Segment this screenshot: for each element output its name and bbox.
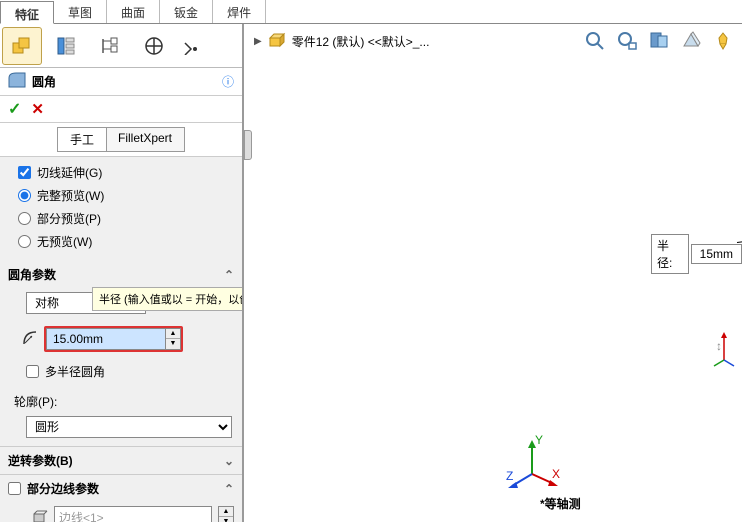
edge-selection-row: 边线<1> ▲ ▼: [0, 502, 242, 522]
tab-surfaces[interactable]: 曲面: [107, 0, 160, 23]
tab-sheetmetal[interactable]: 钣金: [160, 0, 213, 23]
chevron-down-icon: ⌄: [224, 454, 234, 468]
check-partial-edge[interactable]: [8, 482, 21, 495]
svg-text:X: X: [552, 467, 560, 481]
view-triad[interactable]: Y X Z: [504, 432, 560, 488]
edge-spinner[interactable]: ▲ ▼: [218, 506, 234, 522]
section-reverse: 逆转参数(B) ⌄: [0, 447, 242, 475]
zoom-area-icon[interactable]: [614, 28, 640, 54]
tab-weldments[interactable]: 焊件: [213, 0, 266, 23]
configmanager-icon[interactable]: [90, 27, 130, 65]
feature-header: 圆角 ⓘ: [0, 68, 242, 96]
edge-list[interactable]: 边线<1>: [54, 506, 212, 522]
breadcrumb: ▶ 零件12 (默认) <<默认>_...: [254, 32, 429, 51]
confirm-row: ✓ ✕: [0, 96, 242, 123]
spin-down-icon[interactable]: ▼: [166, 339, 180, 349]
section-header-params[interactable]: 圆角参数 ⌃: [0, 261, 242, 288]
overflow-icon[interactable]: [178, 27, 202, 65]
callout-value[interactable]: 15mm: [691, 244, 742, 264]
check-tangent[interactable]: 切线延伸(G): [18, 161, 232, 184]
fillet-icon: [8, 72, 26, 91]
fillet-mode-tabs: 手工 FilletXpert: [0, 123, 242, 157]
appearance-icon[interactable]: [710, 28, 736, 54]
dimxpert-icon[interactable]: [134, 27, 174, 65]
tab-features[interactable]: 特征: [0, 1, 54, 24]
breadcrumb-part-name[interactable]: 零件12 (默认) <<默认>_...: [292, 33, 430, 50]
model-geometry: [534, 114, 742, 514]
tab-filletxpert[interactable]: FilletXpert: [105, 127, 185, 152]
chevron-up-icon: ⌃: [224, 482, 234, 496]
ok-button[interactable]: ✓: [8, 99, 21, 119]
featuremanager-icon[interactable]: [2, 27, 42, 65]
radio-no-preview[interactable]: 无预览(W): [18, 230, 232, 253]
help-icon[interactable]: ⓘ: [222, 73, 234, 90]
display-style-icon[interactable]: [678, 28, 704, 54]
radius-tooltip: 半径 (输入值或以 = 开始，以创建方程式): [92, 287, 242, 311]
callout-label: 半径:: [651, 234, 689, 274]
reference-triad[interactable]: ↕: [712, 330, 736, 370]
section-view-icon[interactable]: [646, 28, 672, 54]
feature-title: 圆角: [32, 73, 222, 90]
zoom-fit-icon[interactable]: [582, 28, 608, 54]
radius-row: ▲ ▼: [0, 322, 242, 356]
options-scroll[interactable]: 切线延伸(G) 完整预览(W) 部分预览(P) 无预览(W) 圆角参数 ⌃ 对称: [0, 157, 242, 522]
propertymanager-icon[interactable]: [46, 27, 86, 65]
radius-input[interactable]: [46, 328, 166, 350]
radius-spinner[interactable]: ▲ ▼: [166, 328, 181, 350]
edge-icon: [32, 508, 48, 522]
section-header-partial[interactable]: 部分边线参数 ⌃: [0, 475, 242, 502]
part-icon: [268, 32, 286, 51]
profile-label: 轮廓(P):: [14, 395, 57, 409]
spin-up-icon[interactable]: ▲: [166, 329, 180, 339]
section-partial-edge: 部分边线参数 ⌃ 边线<1> ▲ ▼: [0, 475, 242, 522]
command-tabs: 特征 草图 曲面 钣金 焊件: [0, 0, 742, 24]
cancel-button[interactable]: ✕: [31, 100, 44, 118]
radius-icon: [22, 330, 38, 349]
graphics-viewport[interactable]: ▶ 零件12 (默认) <<默认>_...: [244, 24, 742, 522]
tab-manual[interactable]: 手工: [57, 127, 107, 152]
profile-combo[interactable]: 圆形: [26, 416, 232, 438]
property-manager: 圆角 ⓘ ✓ ✕ 手工 FilletXpert 切线延伸(G) 完整预览(W) …: [0, 24, 244, 522]
tab-sketch[interactable]: 草图: [54, 0, 107, 23]
radio-partial-preview[interactable]: 部分预览(P): [18, 207, 232, 230]
svg-text:Y: Y: [535, 433, 543, 447]
chevron-up-icon: ⌃: [224, 268, 234, 282]
panel-resize-handle[interactable]: [244, 130, 252, 160]
panel-tab-icons: [0, 24, 242, 68]
check-multiradius[interactable]: 多半径圆角: [26, 360, 232, 383]
view-toolbar: [582, 28, 736, 54]
svg-text:↕: ↕: [716, 339, 722, 353]
radio-full-preview[interactable]: 完整预览(W): [18, 184, 232, 207]
breadcrumb-arrow-icon[interactable]: ▶: [254, 36, 262, 47]
view-orientation-label: *等轴测: [540, 495, 581, 512]
radius-callout[interactable]: 半径: 15mm: [651, 234, 742, 274]
svg-text:Z: Z: [506, 469, 513, 483]
section-header-reverse[interactable]: 逆转参数(B) ⌄: [0, 447, 242, 474]
